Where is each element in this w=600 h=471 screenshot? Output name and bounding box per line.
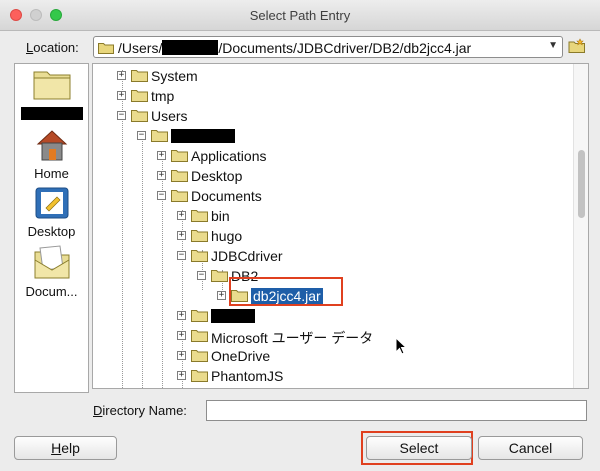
tree-node-label: hugo xyxy=(211,228,243,244)
place-label: Docum... xyxy=(25,284,78,299)
folder-icon xyxy=(191,230,208,242)
place-label: Desktop xyxy=(27,224,76,239)
tree-node-label: System xyxy=(151,68,198,84)
place-user-folder[interactable] xyxy=(15,68,88,120)
home-icon xyxy=(36,130,67,161)
tree-node-label xyxy=(171,128,235,144)
folder-icon xyxy=(191,210,208,222)
title-bar: Select Path Entry xyxy=(0,0,600,31)
folder-icon xyxy=(131,70,148,82)
folder-icon xyxy=(33,71,70,100)
location-label: Location: xyxy=(26,40,79,55)
window-title: Select Path Entry xyxy=(249,8,351,23)
cancel-button[interactable]: Cancel xyxy=(478,436,583,460)
folder-icon xyxy=(191,370,208,382)
folder-icon xyxy=(191,330,208,342)
tree-node-label: Users xyxy=(151,108,188,124)
tree-node-label: Desktop xyxy=(191,168,243,184)
collapse-toggle-icon[interactable]: − xyxy=(157,191,166,200)
folder-icon xyxy=(191,350,208,362)
tree-node-label: Documents xyxy=(191,188,262,204)
tree-node-label: JDBCdriver xyxy=(211,248,283,264)
tree-node-label: Applications xyxy=(191,148,267,164)
collapse-toggle-icon[interactable]: − xyxy=(117,111,126,120)
expand-toggle-icon[interactable]: + xyxy=(177,231,186,240)
expand-toggle-icon[interactable]: + xyxy=(157,171,166,180)
desktop-icon xyxy=(35,187,68,219)
tree-node-label: OneDrive xyxy=(211,348,271,364)
expand-toggle-icon[interactable]: + xyxy=(177,351,186,360)
expand-toggle-icon[interactable]: + xyxy=(177,311,186,320)
folder-icon xyxy=(171,190,188,202)
tree-scrollbar[interactable] xyxy=(573,64,588,388)
folder-icon xyxy=(211,270,228,282)
places-sidebar: Home Desktop Docum... xyxy=(14,63,89,393)
scrollbar-thumb[interactable] xyxy=(578,150,585,218)
folder-icon xyxy=(131,110,148,122)
place-desktop[interactable]: Desktop xyxy=(15,186,88,239)
tree-node-label xyxy=(211,308,255,324)
mouse-cursor-icon xyxy=(395,336,408,358)
tree-node-label: bin xyxy=(211,208,230,224)
select-button[interactable]: Select xyxy=(366,436,472,460)
place-documents[interactable]: Docum... xyxy=(15,244,88,299)
expand-toggle-icon[interactable]: + xyxy=(177,371,186,380)
location-path: /Users//Documents/JDBCdriver/DB2/db2jcc4… xyxy=(118,40,472,56)
location-combobox[interactable]: /Users//Documents/JDBCdriver/DB2/db2jcc4… xyxy=(93,36,563,58)
directory-name-label: Directory Name: xyxy=(93,403,187,418)
place-label: Home xyxy=(34,166,69,181)
expand-toggle-icon[interactable]: + xyxy=(177,211,186,220)
file-tree[interactable]: + System + tmp − Users − + Applications + Desktop −… xyxy=(92,63,589,389)
folder-icon xyxy=(131,90,148,102)
tree-node-label: PhantomJS xyxy=(211,368,284,384)
help-button[interactable]: Help xyxy=(14,436,117,460)
folder-icon xyxy=(151,130,168,142)
dropdown-arrow-icon[interactable]: ▼ xyxy=(548,40,558,51)
directory-name-input[interactable] xyxy=(206,400,587,421)
folder-icon xyxy=(171,150,188,162)
redacted-folder-name xyxy=(171,129,235,143)
tree-node-label: Microsoft ユーザー データ xyxy=(211,330,374,346)
tree-node-label: tmp xyxy=(151,88,175,104)
collapse-toggle-icon[interactable]: − xyxy=(177,251,186,260)
folder-icon xyxy=(191,250,208,262)
expand-toggle-icon[interactable]: + xyxy=(177,331,186,340)
collapse-toggle-icon[interactable]: − xyxy=(197,271,206,280)
documents-icon xyxy=(34,245,69,279)
redacted-username xyxy=(162,40,219,55)
collapse-toggle-icon[interactable]: − xyxy=(137,131,146,140)
selection-highlight-box xyxy=(229,277,343,306)
folder-icon xyxy=(98,41,114,57)
redacted-username xyxy=(20,107,83,120)
new-folder-icon[interactable] xyxy=(568,38,586,57)
place-home[interactable]: Home xyxy=(15,128,88,181)
expand-toggle-icon[interactable]: + xyxy=(157,151,166,160)
folder-icon xyxy=(171,170,188,182)
redacted-folder-name xyxy=(211,309,255,323)
expand-toggle-icon[interactable]: + xyxy=(117,91,126,100)
expand-toggle-icon[interactable]: + xyxy=(217,291,226,300)
folder-icon xyxy=(191,310,208,322)
expand-toggle-icon[interactable]: + xyxy=(117,71,126,80)
